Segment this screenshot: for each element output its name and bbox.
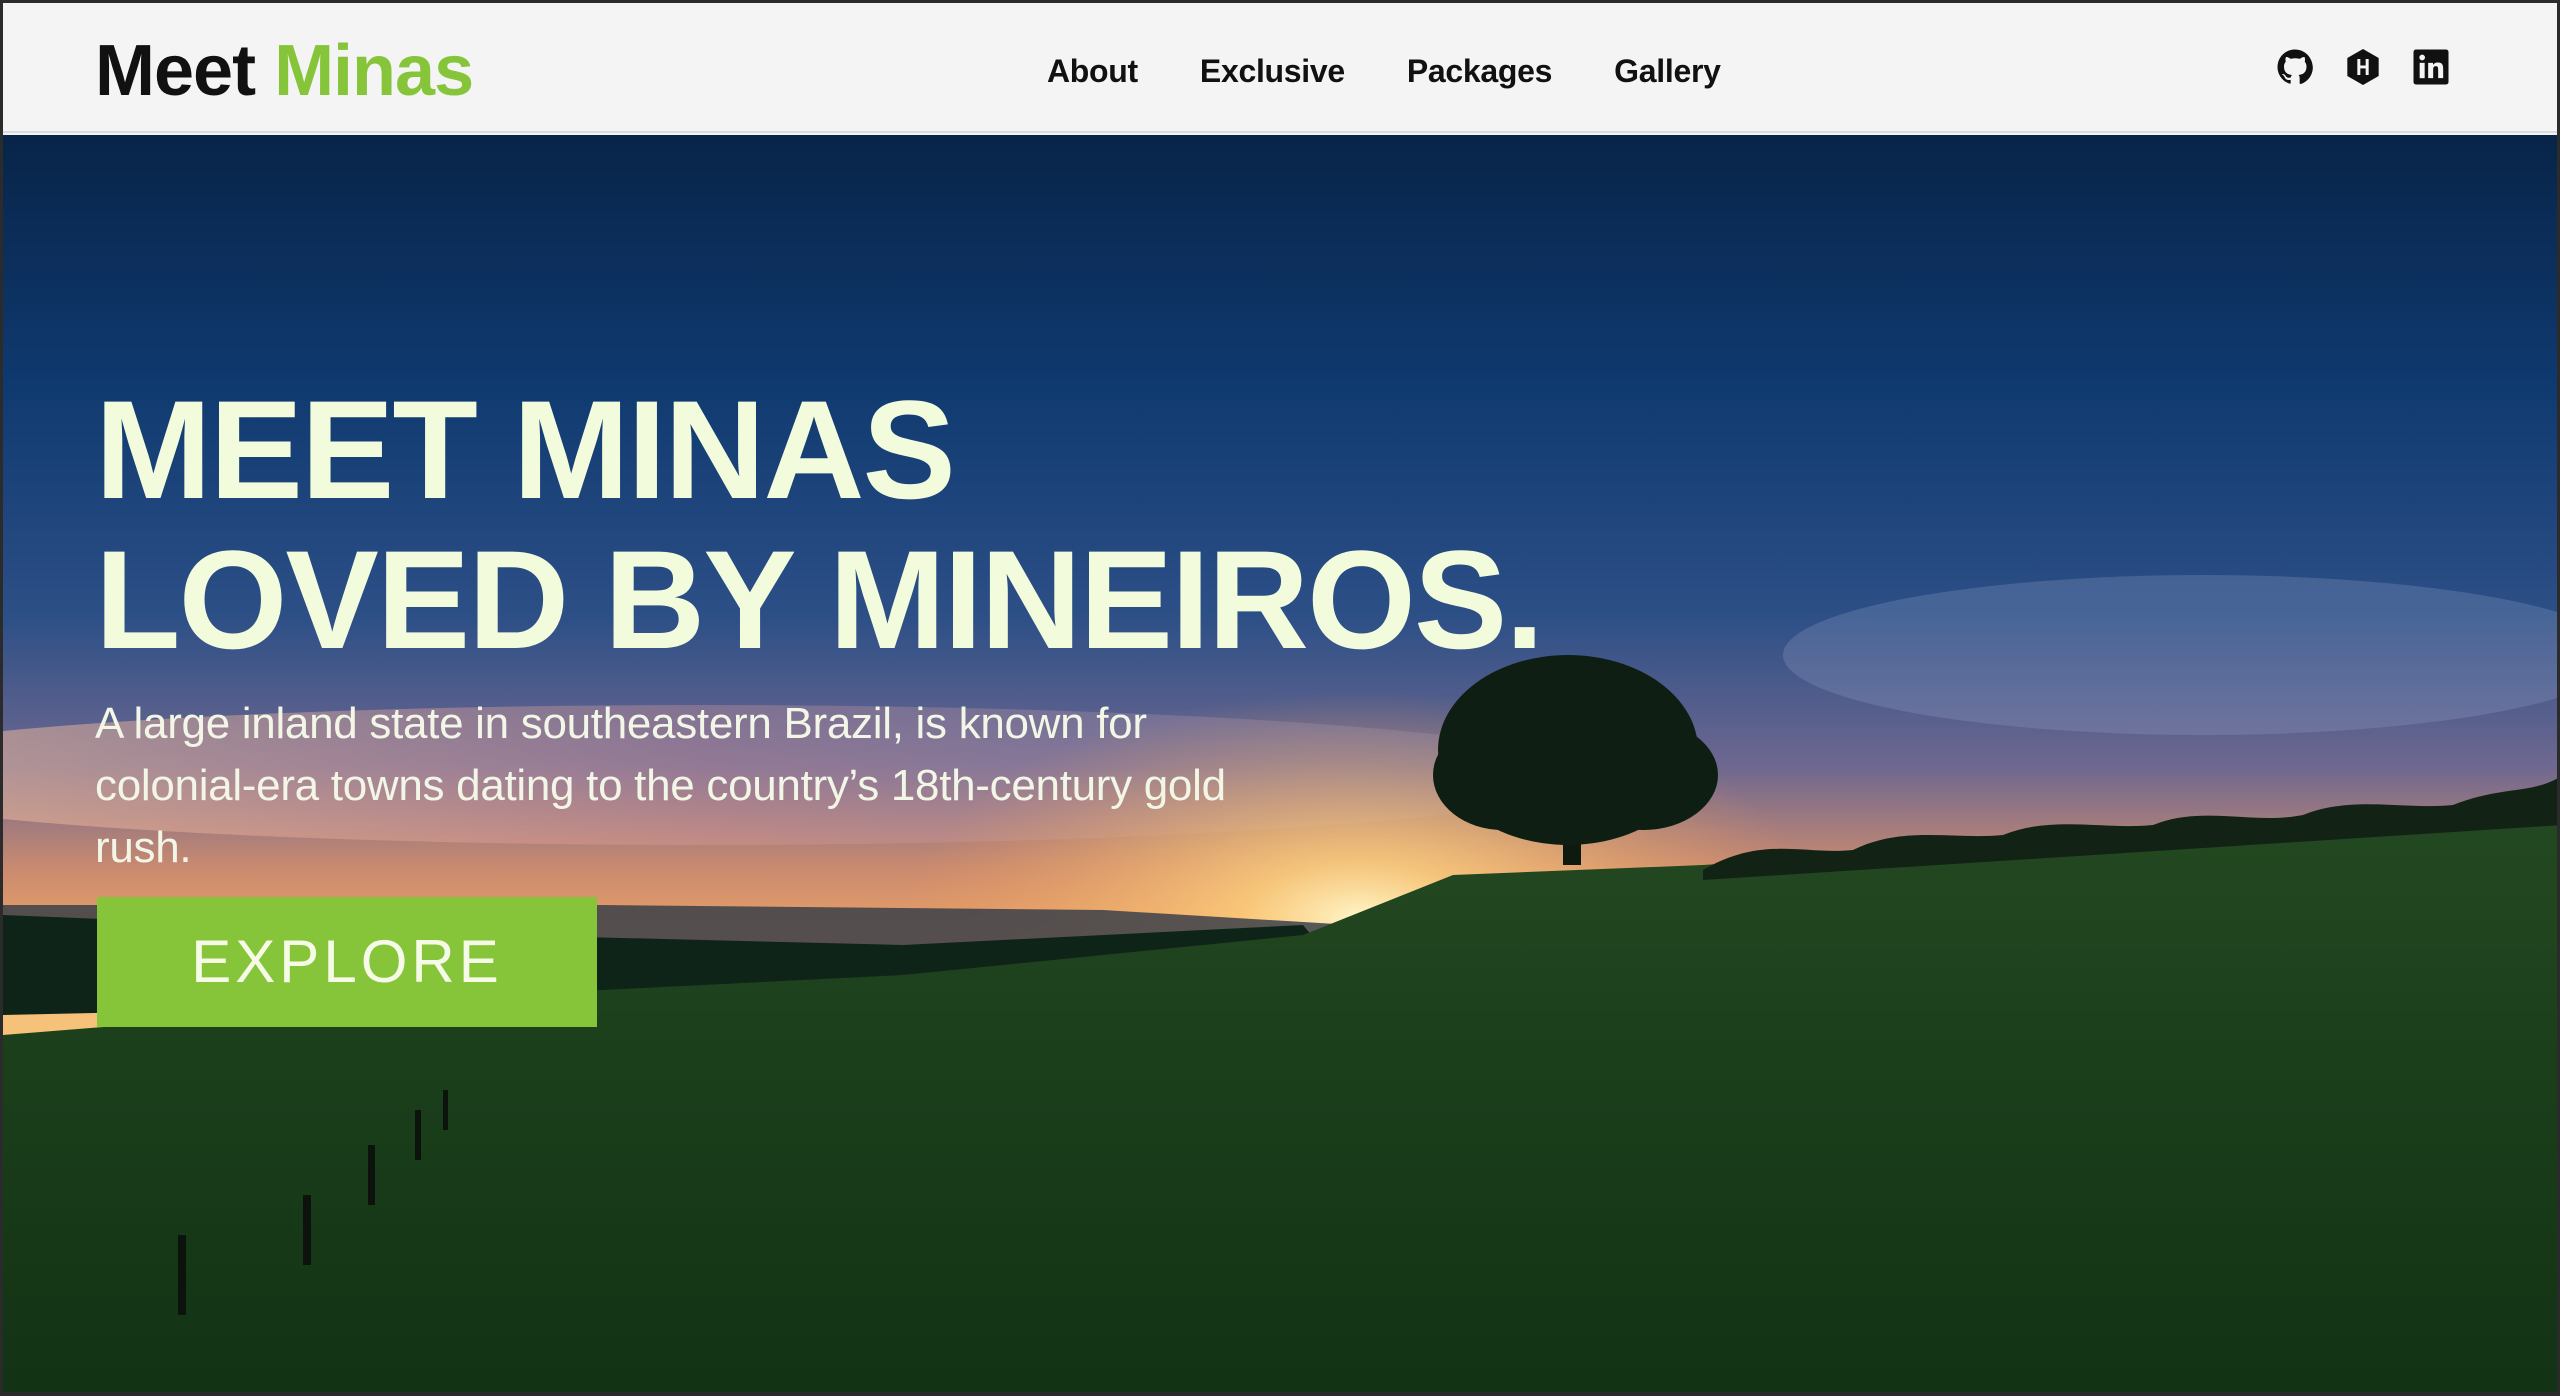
linkedin-icon[interactable]: [2411, 47, 2451, 87]
hero-section: MEET MINAS LOVED BY MINEIROS. A large in…: [3, 135, 2557, 1392]
nav-link-about[interactable]: About: [1047, 49, 1138, 93]
hashnode-icon[interactable]: [2343, 47, 2383, 87]
social-links: [2275, 47, 2451, 87]
brand-logo[interactable]: Meet Minas: [95, 31, 474, 111]
nav-link-exclusive[interactable]: Exclusive: [1200, 49, 1345, 93]
github-icon[interactable]: [2275, 47, 2315, 87]
brand-word-minas: Minas: [274, 31, 474, 111]
explore-button[interactable]: EXPLORE: [97, 897, 597, 1027]
hero-headline-line1: MEET MINAS: [95, 371, 956, 528]
nav-link-gallery[interactable]: Gallery: [1614, 49, 1721, 93]
hero-headline: MEET MINAS LOVED BY MINEIROS.: [95, 371, 1544, 678]
nav-link-packages[interactable]: Packages: [1407, 49, 1553, 93]
brand-word-meet: Meet: [95, 31, 256, 111]
browser-viewport: Meet Minas About Exclusive Packages Gall…: [0, 0, 2560, 1396]
site-header: Meet Minas About Exclusive Packages Gall…: [3, 3, 2557, 133]
hero-subtitle: A large inland state in southeastern Bra…: [95, 699, 1226, 872]
hero-headline-line2: LOVED BY MINEIROS.: [95, 521, 1544, 678]
main-nav: About Exclusive Packages Gallery: [1047, 49, 1721, 93]
